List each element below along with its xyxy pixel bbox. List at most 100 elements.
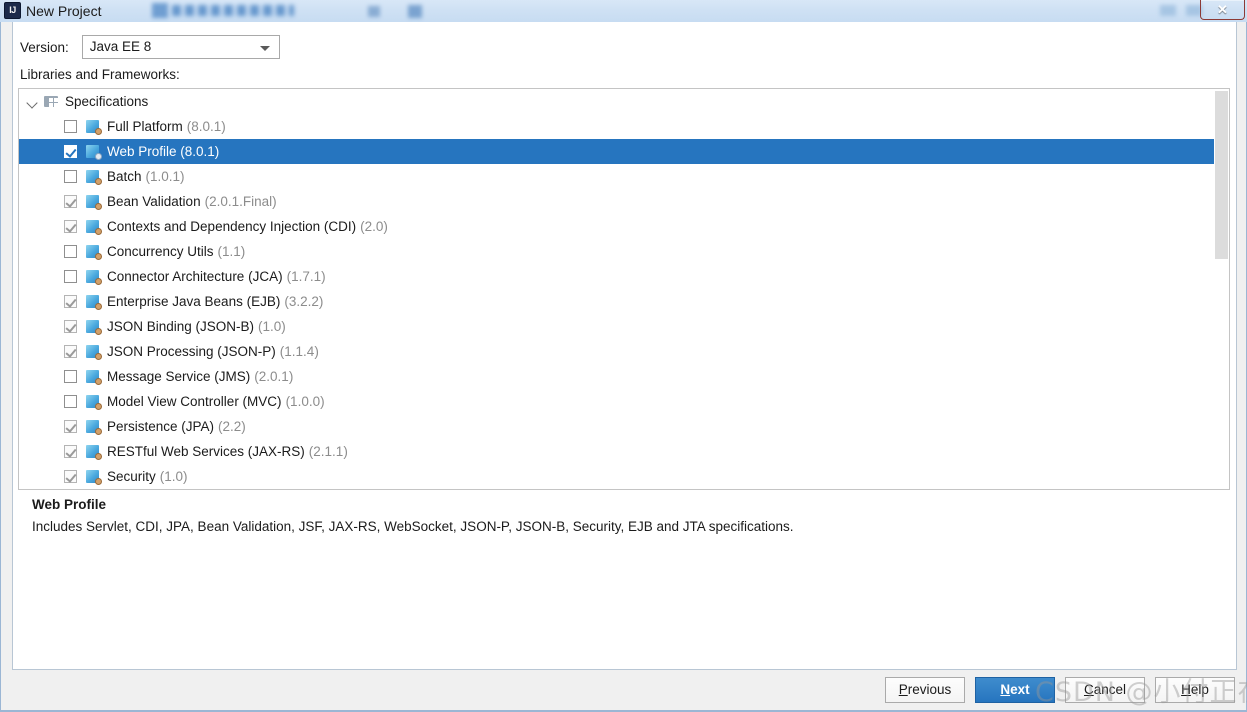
tree-scrollbar-thumb[interactable] bbox=[1215, 91, 1228, 259]
tree-row-version: (1.1) bbox=[217, 244, 246, 259]
tree-row-label: Persistence (JPA) bbox=[107, 419, 215, 434]
tree-row-version: (1.0) bbox=[159, 469, 188, 484]
module-icon bbox=[44, 94, 59, 109]
tree-row-version: (1.7.1) bbox=[286, 269, 326, 284]
specification-icon bbox=[86, 169, 102, 185]
tree-row-version: (2.1.1) bbox=[308, 444, 348, 459]
tree-row-label: Batch bbox=[107, 169, 142, 184]
specification-icon bbox=[86, 219, 102, 235]
libraries-and-frameworks-label: Libraries and Frameworks: bbox=[20, 67, 180, 82]
tree-row[interactable]: Message Service (JMS) (2.0.1) bbox=[19, 364, 1229, 389]
checkbox[interactable] bbox=[64, 395, 77, 408]
background-window-title bbox=[172, 5, 294, 16]
specification-icon bbox=[86, 444, 102, 460]
tree-row[interactable]: Persistence (JPA) (2.2) bbox=[19, 414, 1229, 439]
title-bar: IJ New Project ✕ bbox=[0, 0, 1247, 22]
specification-icon bbox=[86, 344, 102, 360]
help-button[interactable]: Help bbox=[1155, 677, 1235, 703]
tree-vertical-scrollbar[interactable] bbox=[1214, 89, 1229, 489]
checkbox[interactable] bbox=[64, 245, 77, 258]
tree-row-label: Full Platform bbox=[107, 119, 183, 134]
close-icon[interactable]: ✕ bbox=[1200, 0, 1245, 20]
checkbox[interactable] bbox=[64, 270, 77, 283]
tree-row-version: (3.2.2) bbox=[284, 294, 324, 309]
tree-row-version: (2.0) bbox=[360, 219, 388, 234]
dialog-footer: Previous Next Cancel Help bbox=[12, 670, 1237, 710]
previous-button-label: Previous bbox=[898, 682, 952, 697]
tree-row-label: Connector Architecture (JCA) bbox=[107, 269, 283, 284]
specification-icon bbox=[86, 369, 102, 385]
description-title: Web Profile bbox=[32, 497, 107, 512]
tree-row-label: Security bbox=[107, 469, 156, 484]
tree-row-label: Concurrency Utils bbox=[107, 244, 214, 259]
specification-icon bbox=[86, 119, 102, 135]
dialog-content: Version: Java EE 8 Libraries and Framewo… bbox=[12, 22, 1237, 670]
checkbox[interactable] bbox=[64, 445, 77, 458]
checkbox[interactable] bbox=[64, 345, 77, 358]
previous-button[interactable]: Previous bbox=[885, 677, 965, 703]
tree-row-label: Specifications bbox=[65, 94, 149, 109]
checkbox[interactable] bbox=[64, 470, 77, 483]
tree-row-version: (1.0) bbox=[258, 319, 286, 334]
version-label: Version: bbox=[20, 39, 69, 55]
checkbox[interactable] bbox=[64, 220, 77, 233]
checkbox[interactable] bbox=[64, 320, 77, 333]
new-project-dialog-window: IJ New Project ✕ Version: Java EE 8 Libr… bbox=[0, 0, 1247, 712]
next-button[interactable]: Next bbox=[975, 677, 1055, 703]
tree-row-label: JSON Binding (JSON-B) bbox=[107, 319, 255, 334]
cancel-button-label: Cancel bbox=[1083, 682, 1127, 697]
tree-row-specifications[interactable]: Specifications bbox=[19, 89, 1229, 114]
dialog-frame: Version: Java EE 8 Libraries and Framewo… bbox=[0, 22, 1247, 712]
intellij-idea-icon: IJ bbox=[4, 2, 21, 19]
specification-icon bbox=[86, 394, 102, 410]
checkbox[interactable] bbox=[64, 420, 77, 433]
checkbox[interactable] bbox=[64, 295, 77, 308]
checkbox[interactable] bbox=[64, 195, 77, 208]
description-text: Includes Servlet, CDI, JPA, Bean Validat… bbox=[32, 519, 794, 534]
checkbox[interactable] bbox=[64, 120, 77, 133]
specification-icon bbox=[86, 194, 102, 210]
tree-row-version: (8.0.1) bbox=[186, 119, 226, 134]
tree-row[interactable]: Connector Architecture (JCA) (1.7.1) bbox=[19, 264, 1229, 289]
tree-row-label: JSON Processing (JSON-P) bbox=[107, 344, 276, 359]
version-row: Version: Java EE 8 bbox=[20, 35, 280, 59]
tree-row[interactable]: Concurrency Utils (1.1) bbox=[19, 239, 1229, 264]
tree-row-version: (1.0.0) bbox=[285, 394, 325, 409]
tree-row[interactable]: Bean Validation (2.0.1.Final) bbox=[19, 189, 1229, 214]
tree-row-version: (2.0.1.Final) bbox=[204, 194, 277, 209]
tree-row-version: (2.0.1) bbox=[254, 369, 294, 384]
next-button-label: Next bbox=[1000, 682, 1030, 697]
tree-row[interactable]: Enterprise Java Beans (EJB) (3.2.2) bbox=[19, 289, 1229, 314]
cancel-button[interactable]: Cancel bbox=[1065, 677, 1145, 703]
chevron-down-icon[interactable] bbox=[25, 94, 41, 110]
tree-row-label: RESTful Web Services (JAX-RS) bbox=[107, 444, 305, 459]
tree-row-label: Message Service (JMS) bbox=[107, 369, 251, 384]
tree-row[interactable]: RESTful Web Services (JAX-RS) (2.1.1) bbox=[19, 439, 1229, 464]
tree-row[interactable]: Batch (1.0.1) bbox=[19, 164, 1229, 189]
description-pane: Web Profile Includes Servlet, CDI, JPA, … bbox=[18, 492, 1230, 662]
specification-icon bbox=[86, 469, 102, 485]
tree-row[interactable]: Web Profile (8.0.1) bbox=[19, 139, 1229, 164]
version-select-value: Java EE 8 bbox=[89, 39, 152, 54]
window-title: New Project bbox=[26, 3, 102, 19]
tree-row[interactable]: Full Platform (8.0.1) bbox=[19, 114, 1229, 139]
background-window-button-2 bbox=[408, 5, 422, 18]
tree-row[interactable]: Model View Controller (MVC) (1.0.0) bbox=[19, 389, 1229, 414]
specification-icon bbox=[86, 244, 102, 260]
tree-row-label: Model View Controller (MVC) bbox=[107, 394, 282, 409]
checkbox[interactable] bbox=[64, 170, 77, 183]
tree-row[interactable]: JSON Processing (JSON-P) (1.1.4) bbox=[19, 339, 1229, 364]
tree-row[interactable]: Security (1.0) bbox=[19, 464, 1229, 489]
tree-row-version: (1.0.1) bbox=[145, 169, 185, 184]
background-window-button-3 bbox=[1160, 5, 1176, 16]
specification-icon bbox=[86, 144, 102, 160]
tree-row[interactable]: JSON Binding (JSON-B) (1.0) bbox=[19, 314, 1229, 339]
version-select[interactable]: Java EE 8 bbox=[81, 35, 280, 59]
tree-row-label: Bean Validation bbox=[107, 194, 201, 209]
specification-icon bbox=[86, 294, 102, 310]
tree-row-version: (1.1.4) bbox=[279, 344, 319, 359]
specification-icon bbox=[86, 269, 102, 285]
tree-row[interactable]: Contexts and Dependency Injection (CDI)(… bbox=[19, 214, 1229, 239]
checkbox[interactable] bbox=[64, 145, 77, 158]
checkbox[interactable] bbox=[64, 370, 77, 383]
